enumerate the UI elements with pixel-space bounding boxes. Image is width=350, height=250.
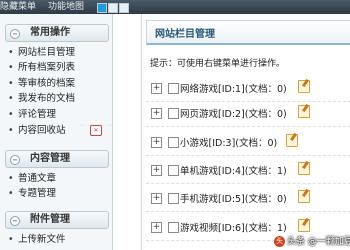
bullet-icon: • — [8, 62, 14, 73]
theme-light-icon[interactable] — [108, 3, 118, 13]
section-title: 常用操作 — [30, 27, 70, 38]
collapse-icon[interactable]: − — [10, 29, 20, 39]
top-toolbar: 隐藏菜单 功能地图 — [0, 0, 350, 14]
sidebar-item-comments[interactable]: • 评论管理 — [8, 108, 56, 121]
expand-icon[interactable]: + — [151, 137, 162, 148]
bullet-icon: • — [8, 234, 14, 245]
hide-menu-link[interactable]: 隐藏菜单 — [0, 0, 36, 14]
function-map-link[interactable]: 功能地图 — [48, 0, 84, 14]
sidebar-item-label: 上传新文件 — [18, 234, 66, 245]
section-header-content[interactable]: − 内容管理 — [5, 150, 109, 168]
column-name[interactable]: 游戏视频[ID:6](文档：1) — [180, 220, 287, 234]
edit-icon[interactable] — [298, 190, 310, 203]
bullet-icon: • — [8, 78, 14, 89]
sidebar-item-label: 评论管理 — [18, 109, 57, 120]
bullet-icon: • — [8, 47, 14, 58]
list-item: + 单机游戏[ID:4](文档：1) — [146, 158, 350, 184]
list-item: + 网页游戏[ID:2](文档：0) — [146, 101, 350, 127]
sidebar-item-pending-review[interactable]: • 等审核的档案 — [8, 77, 75, 90]
row-checkbox[interactable] — [168, 137, 179, 148]
sidebar-item-upload[interactable]: • 上传新文件 — [8, 233, 66, 246]
sidebar: − 常用操作 • 网站栏目管理 • 所有档案列表 • 等审核的档案 • 我发布的文档 •… — [0, 14, 113, 250]
row-checkbox[interactable] — [168, 222, 179, 233]
sidebar-item-label: 普通文章 — [18, 173, 57, 184]
sidebar-item-label: 我发布的文档 — [18, 93, 76, 104]
theme-blue-icon[interactable] — [97, 3, 107, 13]
column-name[interactable]: 网页游戏[ID:2](文档：0) — [180, 106, 287, 120]
list-item: + 手机游戏[ID:5](文档：0) — [146, 186, 350, 212]
bullet-icon: • — [8, 109, 14, 120]
row-checkbox[interactable] — [168, 108, 179, 119]
sidebar-item-label: 所有档案列表 — [18, 62, 76, 73]
collapse-icon[interactable]: − — [10, 155, 20, 165]
column-name[interactable]: 网络游戏[ID:1](文档：0) — [180, 81, 287, 95]
column-name[interactable]: 手机游戏[ID:5](文档：0) — [180, 191, 287, 205]
trash-icon[interactable]: ✕ — [90, 125, 102, 136]
expand-icon[interactable]: + — [151, 222, 162, 233]
expand-icon[interactable]: + — [151, 108, 162, 119]
sidebar-item-recycle-bin[interactable]: • 内容回收站 ✕ — [8, 124, 102, 137]
column-name[interactable]: 单机游戏[ID:4](文档：1) — [180, 163, 287, 177]
edit-icon[interactable] — [286, 134, 298, 147]
theme-light-icon-2[interactable] — [119, 3, 129, 13]
edit-icon[interactable] — [298, 105, 310, 118]
sidebar-item-my-published[interactable]: • 我发布的文档 — [8, 92, 75, 105]
sidebar-item-topics[interactable]: • 专题管理 — [8, 187, 56, 200]
watermark-text: 头条 @一颗加豆 — [287, 237, 350, 247]
sidebar-item-normal-article[interactable]: • 普通文章 — [8, 172, 56, 185]
bullet-icon: • — [8, 93, 14, 104]
panel-header: 网站栏目管理 — [146, 20, 350, 45]
sidebar-item-label: 内容回收站 — [18, 125, 66, 136]
list-item: + 网络游戏[ID:1](文档：0) — [146, 76, 350, 102]
main-panel: 网站栏目管理 提示：可使用右键菜单进行操作。 + 网络游戏[ID:1](文档：0… — [141, 14, 350, 250]
section-header-attachments[interactable]: − 附件管理 — [5, 211, 109, 229]
bullet-icon: • — [8, 173, 14, 184]
page-title: 网站栏目管理 — [155, 29, 215, 40]
expand-icon[interactable]: + — [151, 165, 162, 176]
bullet-icon: • — [8, 188, 14, 199]
row-checkbox[interactable] — [168, 193, 179, 204]
sidebar-item-all-archives[interactable]: • 所有档案列表 — [8, 61, 75, 74]
section-title: 内容管理 — [30, 153, 70, 164]
edit-icon[interactable] — [298, 219, 310, 232]
sidebar-item-label: 专题管理 — [18, 188, 57, 199]
collapse-icon[interactable]: − — [10, 216, 20, 226]
expand-icon[interactable]: + — [151, 193, 162, 204]
bullet-icon: • — [8, 125, 14, 136]
watermark: 头头条 @一颗加豆 — [274, 234, 350, 247]
sidebar-item-label: 网站栏目管理 — [18, 47, 76, 58]
expand-icon[interactable]: + — [151, 83, 162, 94]
sidebar-item-column-manage[interactable]: • 网站栏目管理 — [8, 46, 75, 59]
list-item: + 小游戏[ID:3](文档：0) — [146, 130, 350, 156]
sidebar-item-label: 等审核的档案 — [18, 78, 76, 89]
watermark-logo-icon: 头 — [274, 236, 285, 247]
edit-icon[interactable] — [298, 80, 310, 93]
section-header-common[interactable]: − 常用操作 — [5, 24, 109, 42]
row-checkbox[interactable] — [168, 165, 179, 176]
row-checkbox[interactable] — [168, 83, 179, 94]
edit-icon[interactable] — [298, 162, 310, 175]
section-title: 附件管理 — [30, 214, 70, 225]
column-name[interactable]: 小游戏[ID:3](文档：0) — [180, 135, 277, 149]
hint-text: 提示：可使用右键菜单进行操作。 — [150, 59, 286, 69]
